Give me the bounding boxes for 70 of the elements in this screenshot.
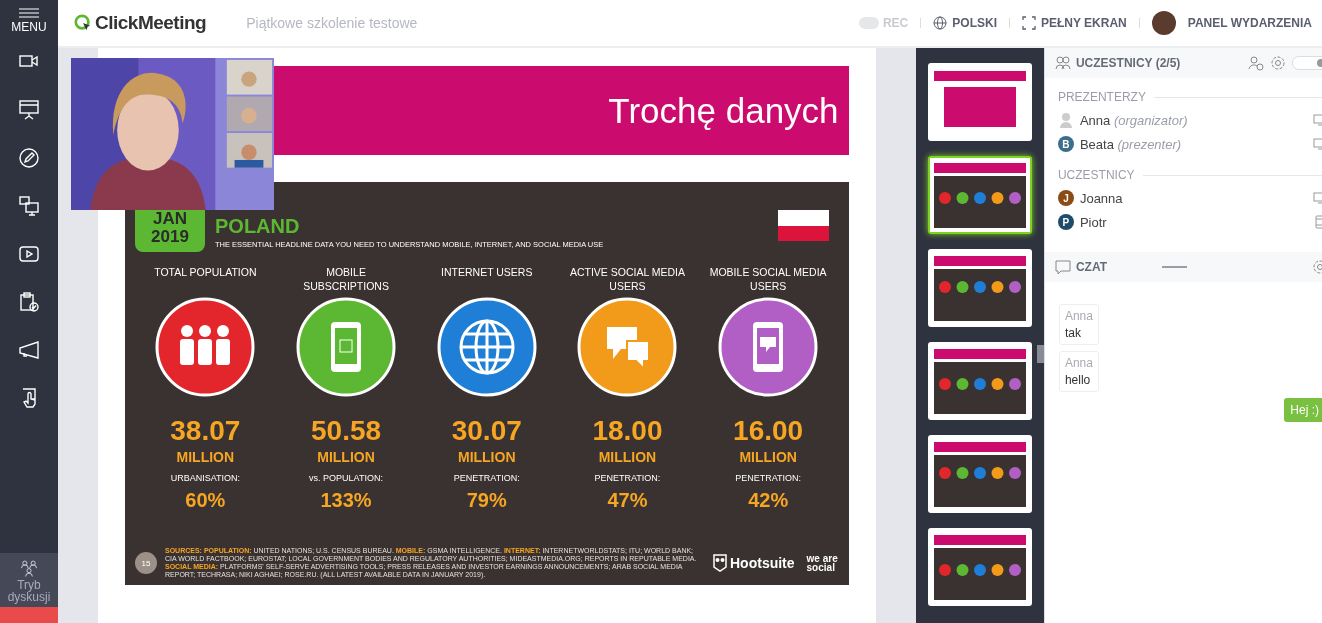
stat-percent: 47% — [607, 489, 648, 512]
flag-icon — [777, 210, 829, 241]
stat-unit: MILLION — [457, 449, 516, 465]
toggle-switch[interactable] — [1292, 56, 1322, 70]
group-heading: PREZENTERZY — [1057, 90, 1146, 104]
participants-title: UCZESTNICY (2/5) — [1075, 56, 1181, 70]
fullscreen-icon — [1021, 16, 1036, 30]
participant-name: Beata (prezenter) — [1079, 136, 1182, 152]
stat-sublabel: vs. POPULATION: — [309, 473, 383, 483]
avatar-initial: P — [1057, 214, 1074, 230]
message-author: Anna — [1064, 356, 1093, 370]
menu-icon — [19, 8, 39, 18]
brand-name: we are social — [806, 554, 839, 572]
discussion-mode-button[interactable]: Tryb dyskusji — [0, 553, 58, 607]
brand-name: Hootsuite — [730, 555, 795, 571]
stat-value: 50.58 — [311, 415, 382, 447]
stat-sublabel: URBANISATION: — [170, 473, 240, 483]
stat-value: 18.00 — [592, 415, 663, 447]
stat-label: MOBILE SOCIAL MEDIA USERS — [708, 265, 828, 293]
stat-label: INTERNET USERS — [440, 265, 534, 280]
owl-icon — [713, 554, 727, 572]
participant-name: Piotr — [1079, 214, 1107, 230]
page-number: 15 — [135, 552, 157, 574]
participant-name: Anna (organizator) — [1079, 112, 1188, 128]
stat-unit: MILLION — [739, 449, 797, 465]
message-author: Anna — [1064, 309, 1093, 323]
stat-label: ACTIVE SOCIAL MEDIA USERS — [568, 265, 686, 293]
stat-percent: 133% — [320, 489, 372, 512]
stat-value: 16.00 — [733, 415, 804, 447]
stat-sublabel: PENETRATION: — [453, 473, 520, 483]
participants-icon — [1054, 55, 1071, 71]
collapse-handle[interactable] — [1036, 345, 1044, 363]
globe-icon — [933, 16, 948, 30]
country-title: POLAND — [215, 216, 301, 236]
settings-icon[interactable] — [1270, 55, 1286, 71]
add-user-icon[interactable] — [1248, 55, 1264, 71]
user-avatar[interactable] — [1151, 11, 1176, 35]
stat-value: 30.07 — [451, 415, 522, 447]
event-title: Piątkowe szkolenie testowe — [246, 15, 418, 31]
year-label: 2019 — [151, 228, 189, 246]
language-button[interactable]: POLSKI — [933, 16, 997, 30]
fullscreen-button[interactable]: PEŁNY EKRAN — [1021, 16, 1127, 30]
own-chat-message: Hej :) — [1284, 398, 1322, 422]
stat-unit: MILLION — [317, 449, 375, 465]
message-text: tak — [1064, 326, 1082, 340]
avatar-initial: J — [1057, 190, 1074, 206]
stat-label: MOBILE SUBSCRIPTIONS — [302, 265, 390, 293]
stat-percent: 79% — [466, 489, 507, 512]
stat-percent: 42% — [748, 489, 789, 512]
avatar-initial: B — [1057, 136, 1074, 152]
group-heading: UCZESTNICY — [1057, 168, 1135, 182]
stat-sublabel: PENETRATION: — [594, 473, 661, 483]
people-icon — [19, 559, 39, 579]
stat-unit: MILLION — [176, 449, 235, 465]
stat-label: TOTAL POPULATION — [153, 265, 258, 280]
stat-unit: MILLION — [598, 449, 657, 465]
event-panel-button[interactable]: PANEL WYDARZENIA — [1187, 16, 1312, 30]
app-logo: ClickMeeting — [95, 12, 207, 34]
month-label: JAN — [153, 210, 187, 228]
chat-title: CZAT — [1075, 260, 1107, 274]
participant-name: Joanna — [1079, 190, 1123, 206]
logo-icon — [74, 14, 92, 32]
chat-icon — [1054, 259, 1071, 275]
stat-value: 38.07 — [170, 415, 241, 447]
slide-thumbnail[interactable] — [927, 156, 1032, 234]
stat-percent: 60% — [185, 489, 226, 512]
alert-bar — [0, 607, 58, 623]
message-text: hello — [1064, 373, 1092, 387]
avatar-silhouette-icon — [1057, 112, 1074, 128]
stat-sublabel: PENETRATION: — [735, 473, 802, 483]
